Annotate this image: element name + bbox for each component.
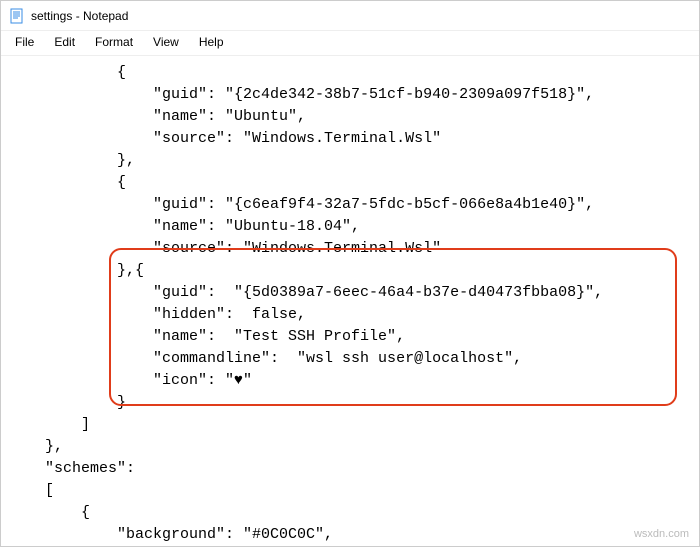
code-line: "name": "Test SSH Profile",	[9, 328, 405, 345]
menu-view[interactable]: View	[145, 33, 187, 51]
code-line: [	[9, 482, 54, 499]
notepad-icon	[9, 8, 25, 24]
menu-format[interactable]: Format	[87, 33, 141, 51]
code-line: {	[9, 64, 126, 81]
code-line: {	[9, 174, 126, 191]
code-line: "icon": "♥"	[9, 372, 252, 389]
code-line: "guid": "{5d0389a7-6eec-46a4-b37e-d40473…	[9, 284, 603, 301]
code-line: },	[9, 152, 135, 169]
watermark: wsxdn.com	[634, 528, 689, 540]
code-line: "background": "#0C0C0C",	[9, 526, 333, 543]
code-line: "commandline": "wsl ssh user@localhost",	[9, 350, 522, 367]
code-line: "source": "Windows.Terminal.Wsl"	[9, 240, 441, 257]
menu-edit[interactable]: Edit	[46, 33, 83, 51]
code-line: "hidden": false,	[9, 306, 306, 323]
menu-file[interactable]: File	[7, 33, 42, 51]
text-editor-area[interactable]: { "guid": "{2c4de342-38b7-51cf-b940-2309…	[1, 56, 699, 545]
code-line: }	[9, 394, 126, 411]
code-line: ]	[9, 416, 90, 433]
code-line: "source": "Windows.Terminal.Wsl"	[9, 130, 441, 147]
menubar: File Edit Format View Help	[1, 31, 699, 56]
menu-help[interactable]: Help	[191, 33, 232, 51]
code-line: "name": "Ubuntu-18.04",	[9, 218, 360, 235]
code-line: "guid": "{2c4de342-38b7-51cf-b940-2309a0…	[9, 86, 594, 103]
code-line: "name": "Ubuntu",	[9, 108, 306, 125]
code-line: "guid": "{c6eaf9f4-32a7-5fdc-b5cf-066e8a…	[9, 196, 594, 213]
code-line: },{	[9, 262, 144, 279]
code-line: {	[9, 504, 90, 521]
window-title: settings - Notepad	[31, 9, 128, 23]
code-line: },	[9, 438, 63, 455]
code-line: "schemes":	[9, 460, 135, 477]
titlebar: settings - Notepad	[1, 1, 699, 31]
